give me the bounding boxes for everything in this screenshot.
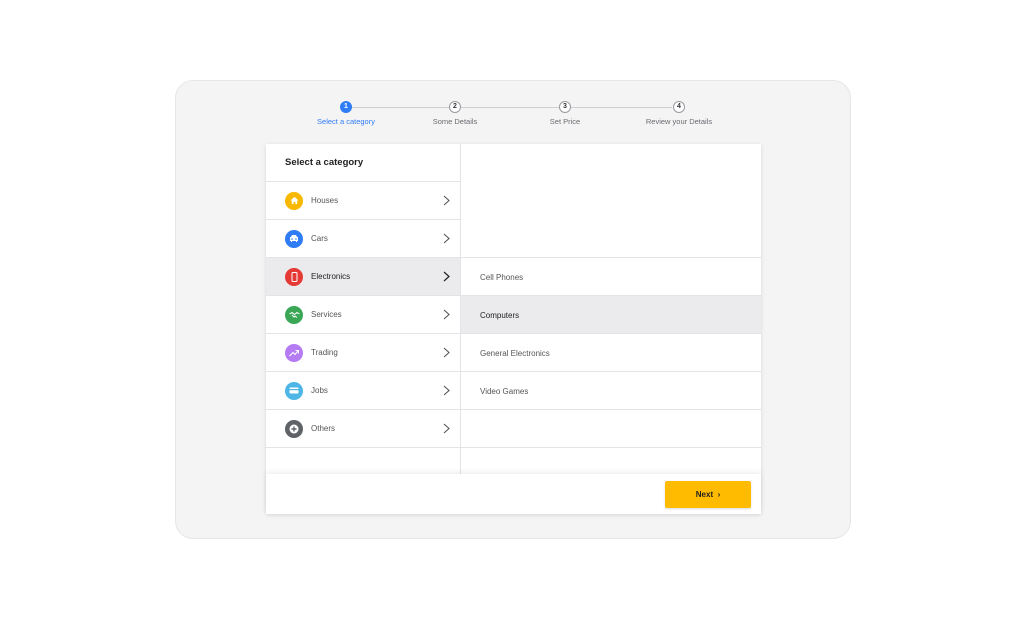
- chevron-right-icon: [443, 347, 450, 358]
- category-item-cars[interactable]: Cars: [266, 220, 460, 258]
- subcategory-item-computers[interactable]: Computers: [461, 296, 761, 334]
- category-item-services[interactable]: Services: [266, 296, 460, 334]
- chevron-right-icon: ›: [715, 490, 721, 499]
- step-number: 1: [340, 101, 352, 113]
- subcategory-item-cell-phones[interactable]: Cell Phones: [461, 258, 761, 296]
- subcategory-spacer: [461, 144, 761, 258]
- category-item-houses[interactable]: Houses: [266, 182, 460, 220]
- category-label: Houses: [311, 196, 339, 205]
- category-list: Select a category Houses Cars Electronic…: [266, 144, 461, 474]
- step-label: Review your Details: [645, 117, 713, 126]
- car-icon: [285, 229, 303, 248]
- category-label: Services: [311, 310, 342, 319]
- category-label: Cars: [311, 234, 328, 243]
- stepper: 1 Select a category 2 Some Details 3 Set…: [176, 81, 852, 141]
- chevron-right-icon: [443, 271, 450, 282]
- house-icon: [285, 191, 303, 210]
- step-4[interactable]: 4 Review your Details: [609, 101, 749, 126]
- subcategory-empty-row: [461, 410, 761, 448]
- category-item-trading[interactable]: Trading: [266, 334, 460, 372]
- chevron-right-icon: [443, 233, 450, 244]
- step-number: 3: [559, 101, 571, 113]
- next-button[interactable]: Next ›: [665, 481, 751, 508]
- category-label: Others: [311, 424, 336, 433]
- chevron-right-icon: [443, 195, 450, 206]
- category-label: Jobs: [311, 386, 328, 395]
- category-label: Trading: [311, 348, 338, 357]
- wizard-frame: 1 Select a category 2 Some Details 3 Set…: [175, 80, 851, 539]
- card-icon: [285, 381, 303, 400]
- category-label: Electronics: [311, 272, 351, 281]
- category-card: Select a category Houses Cars Electronic…: [266, 144, 761, 514]
- plus-icon: [285, 419, 303, 438]
- step-number: 4: [673, 101, 685, 113]
- category-item-others[interactable]: Others: [266, 410, 460, 448]
- category-item-jobs[interactable]: Jobs: [266, 372, 460, 410]
- subcategory-item-general-electronics[interactable]: General Electronics: [461, 334, 761, 372]
- category-heading: Select a category: [266, 144, 460, 182]
- step-number: 2: [449, 101, 461, 113]
- phone-icon: [285, 267, 303, 286]
- card-footer: Next ›: [266, 474, 761, 514]
- handshake-icon: [285, 305, 303, 324]
- subcategory-item-video-games[interactable]: Video Games: [461, 372, 761, 410]
- subcategory-list: Cell Phones Computers General Electronic…: [461, 144, 761, 474]
- trending-up-icon: [285, 343, 303, 362]
- chevron-right-icon: [443, 309, 450, 320]
- chevron-right-icon: [443, 423, 450, 434]
- next-label: Next: [695, 490, 714, 499]
- category-item-electronics[interactable]: Electronics: [266, 258, 460, 296]
- chevron-right-icon: [443, 385, 450, 396]
